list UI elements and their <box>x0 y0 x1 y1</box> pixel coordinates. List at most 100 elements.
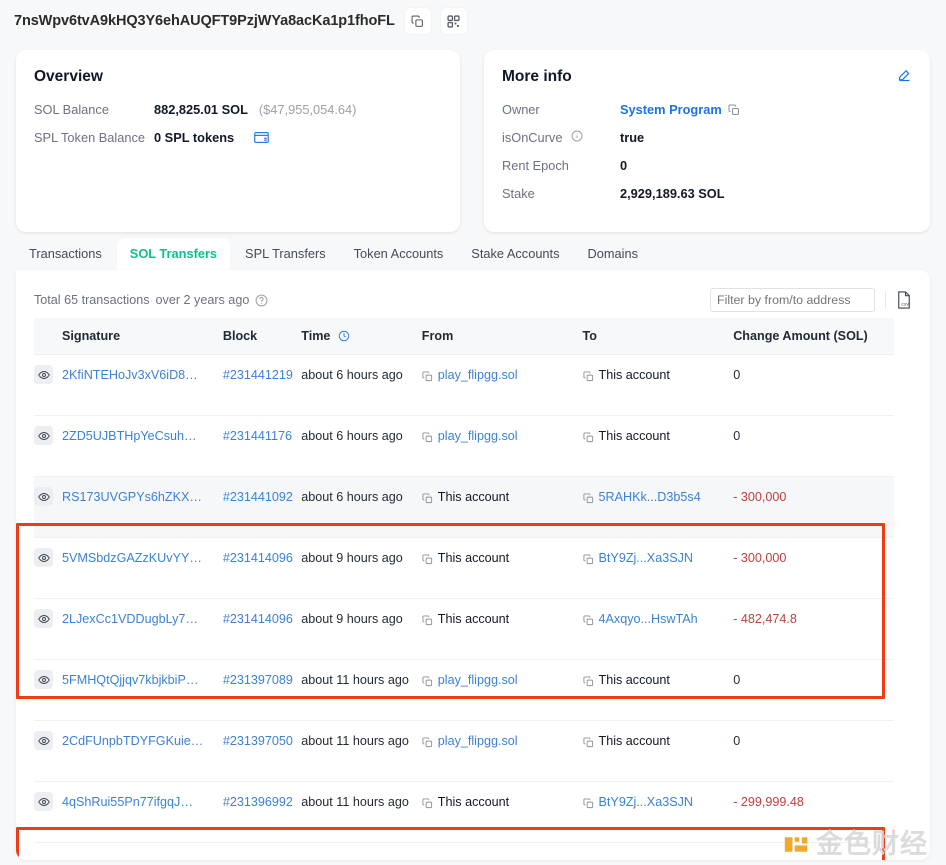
signature-link[interactable]: 5VMSbdzGAZzKUvYY… <box>62 551 202 565</box>
to-account[interactable]: 4Axqyo...HswTAh <box>599 612 698 626</box>
signature-link[interactable]: 2CdFUnpbTDYFGKuie… <box>62 734 203 748</box>
owner-link[interactable]: System Program <box>620 102 722 117</box>
spl-token-balance-label: SPL Token Balance <box>34 130 145 145</box>
table-row[interactable]: 2CdFUnpbTDYFGKuie… #231397050 about 11 hou… <box>34 720 894 782</box>
transfers-panel: Total 65 transactions over 2 years ago c… <box>16 270 930 860</box>
table-row[interactable]: 4qShRui55Pn77ifgqJ… #231396992 about 11 ho… <box>34 781 894 843</box>
copy-to-icon[interactable] <box>582 493 594 507</box>
cell-amount: 0 <box>733 354 894 416</box>
signature-link[interactable]: 5FMHQtQjjqv7kbjkbiP… <box>62 673 198 687</box>
signature-link[interactable]: 4qShRui55Pn77ifgqJ… <box>62 795 193 809</box>
copy-to-icon[interactable] <box>582 432 594 446</box>
table-row[interactable]: RS173UVGPYs6hZKX… #231441092 about 6 hours… <box>34 476 894 538</box>
info-icon[interactable] <box>571 130 583 142</box>
from-account[interactable]: play_flipgg.sol <box>438 673 518 687</box>
cell-amount: - 482,474.8 <box>733 598 894 660</box>
to-account[interactable]: BtY9Zj...Xa3SJN <box>599 551 694 565</box>
eye-icon[interactable] <box>34 487 53 506</box>
change-amount: 0 <box>733 429 741 443</box>
cell-time: about 6 hours ago <box>301 476 422 538</box>
eye-icon[interactable] <box>34 792 53 811</box>
cell-signature: 4qShRui55Pn77ifgqJ… <box>34 781 223 843</box>
block-link[interactable]: #231414096 <box>223 551 293 565</box>
block-link[interactable]: #231441092 <box>223 490 293 504</box>
copy-from-icon[interactable] <box>422 371 433 385</box>
watermark: 金色财经 <box>783 831 928 858</box>
csv-download-icon[interactable]: csv <box>896 291 912 309</box>
cell-amount: - 300,000 <box>733 476 894 538</box>
eye-icon[interactable] <box>34 609 53 628</box>
overview-card: Overview SOL Balance 882,825.01 SOL ($47… <box>16 50 460 232</box>
cell-time: about 11 hours ago <box>301 781 422 843</box>
column-time-label: Time <box>301 329 331 343</box>
copy-from-icon[interactable] <box>422 554 433 568</box>
block-link[interactable]: #231441176 <box>223 429 292 443</box>
cell-signature: 2ZD5UJBTHpYeCsuh… <box>34 415 223 477</box>
block-link[interactable]: #231397089 <box>223 673 293 687</box>
from-account: This account <box>437 795 510 809</box>
qr-code-button[interactable] <box>440 8 467 34</box>
copy-to-icon[interactable] <box>582 676 594 690</box>
filter-address-input[interactable] <box>710 288 875 312</box>
token-list-icon[interactable] <box>254 131 269 144</box>
from-account: This account <box>437 612 510 626</box>
tab-domains[interactable]: Domains <box>575 238 652 270</box>
table-row[interactable]: 2KfiNTEHoJv3xV6iD8… #231441219 about 6 hou… <box>34 354 894 416</box>
copy-to-icon[interactable] <box>582 737 594 751</box>
copy-to-icon[interactable] <box>582 371 594 385</box>
copy-owner-icon[interactable] <box>728 104 740 116</box>
tab-spl-transfers[interactable]: SPL Transfers <box>232 238 339 270</box>
cell-from: play_flipgg.sol <box>421 354 583 416</box>
block-link[interactable]: #231414096 <box>223 612 293 626</box>
block-link[interactable]: #231397050 <box>223 734 293 748</box>
eye-icon[interactable] <box>34 670 53 689</box>
table-row[interactable]: 2LJexCc1VDDugbLy7… #231414096 about 9 hour… <box>34 598 894 660</box>
eye-icon[interactable] <box>34 365 53 384</box>
cell-signature: 2CdFUnpbTDYFGKuie… <box>34 720 223 782</box>
copy-from-icon[interactable] <box>422 615 433 629</box>
copy-from-icon[interactable] <box>422 676 433 690</box>
tab-stake-accounts[interactable]: Stake Accounts <box>458 238 572 270</box>
edit-pencil-icon[interactable] <box>897 68 912 88</box>
copy-from-icon[interactable] <box>422 798 433 812</box>
block-link[interactable]: #231396992 <box>223 795 293 809</box>
question-mark-icon[interactable] <box>255 294 268 307</box>
cell-signature: 5VMSbdzGAZzKUvYY… <box>34 537 223 599</box>
copy-from-icon[interactable] <box>422 493 433 507</box>
tab-token-accounts[interactable]: Token Accounts <box>341 238 457 270</box>
from-account[interactable]: play_flipgg.sol <box>438 368 518 382</box>
signature-link[interactable]: 2KfiNTEHoJv3xV6iD8… <box>62 368 198 382</box>
cell-to: This account <box>582 720 734 782</box>
clock-icon[interactable] <box>338 330 350 342</box>
change-amount: - 300,000 <box>733 490 787 504</box>
from-account[interactable]: play_flipgg.sol <box>438 429 518 443</box>
copy-from-icon[interactable] <box>422 432 433 446</box>
signature-link[interactable]: 2LJexCc1VDDugbLy7… <box>62 612 198 626</box>
eye-icon[interactable] <box>34 426 53 445</box>
cell-amount: - 300,000 <box>733 537 894 599</box>
cell-to: This account <box>582 354 734 416</box>
to-account[interactable]: BtY9Zj...Xa3SJN <box>599 795 694 809</box>
tab-transactions[interactable]: Transactions <box>16 238 115 270</box>
cell-time: about 9 hours ago <box>301 537 422 599</box>
table-row[interactable]: 5VMSbdzGAZzKUvYY… #231414096 about 9 hours… <box>34 537 894 599</box>
table-row[interactable]: 2ZD5UJBTHpYeCsuh… #231441176 about 6 hours… <box>34 415 894 477</box>
eye-icon[interactable] <box>34 548 53 567</box>
copy-to-icon[interactable] <box>582 798 594 812</box>
to-account[interactable]: 5RAHKk...D3b5s4 <box>599 490 701 504</box>
copy-to-icon[interactable] <box>582 615 594 629</box>
signature-link[interactable]: RS173UVGPYs6hZKX… <box>62 490 202 504</box>
from-account[interactable]: play_flipgg.sol <box>438 734 518 748</box>
copy-to-icon[interactable] <box>582 554 594 568</box>
spl-token-balance-value-group: 0 SPL tokens <box>154 130 269 145</box>
eye-icon[interactable] <box>34 731 53 750</box>
cell-block: #231441092 <box>222 476 302 538</box>
signature-link[interactable]: 2ZD5UJBTHpYeCsuh… <box>62 429 197 443</box>
cell-from: This account <box>421 598 583 660</box>
copy-address-button[interactable] <box>404 8 431 34</box>
tab-sol-transfers[interactable]: SOL Transfers <box>116 238 231 270</box>
copy-from-icon[interactable] <box>422 737 433 751</box>
cell-signature: 2KfiNTEHoJv3xV6iD8… <box>34 354 223 416</box>
block-link[interactable]: #231441219 <box>223 368 293 382</box>
table-row[interactable]: 5FMHQtQjjqv7kbjkbiP… #231397089 about 11 h… <box>34 659 894 721</box>
